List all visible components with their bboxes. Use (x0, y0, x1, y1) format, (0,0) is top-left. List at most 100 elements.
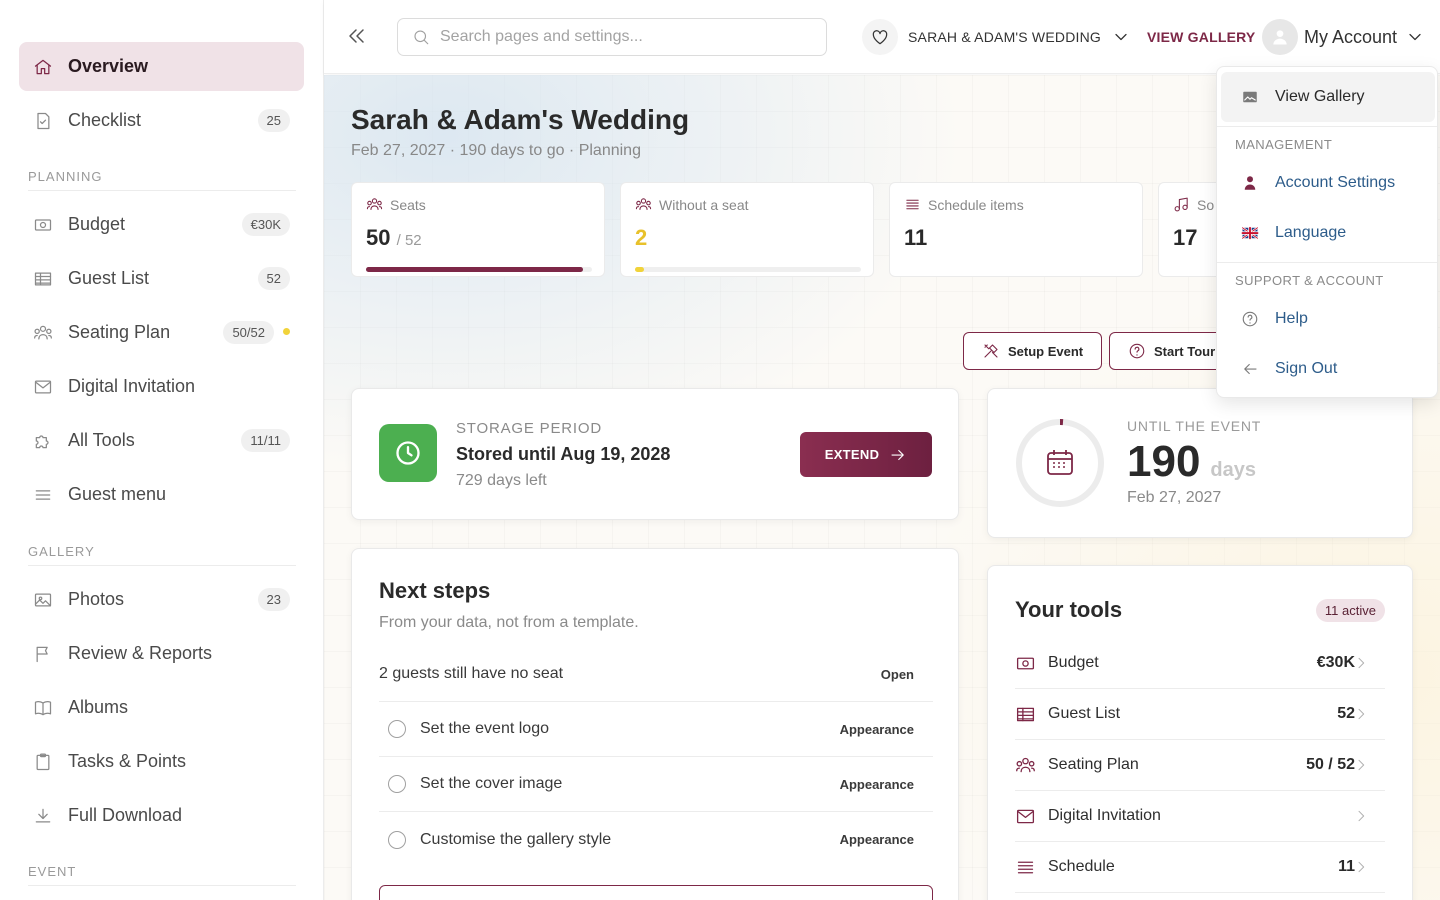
sidebar-item-guest-menu[interactable]: Guest menu (19, 470, 304, 519)
sidebar-item-tasks-points[interactable]: Tasks & Points (19, 737, 304, 786)
stat-label: Seats (390, 196, 426, 213)
tool-name: Budget (1048, 654, 1099, 671)
stat-card-schedule[interactable]: Schedule items 11 (889, 182, 1143, 277)
money-icon (1016, 657, 1035, 669)
step-checkbox[interactable] (388, 775, 406, 793)
clipboard-icon (36, 752, 50, 770)
countdown-card: UNTIL THE EVENT 190 days Feb 27, 2027 (987, 388, 1413, 538)
puzzle-icon (35, 434, 49, 448)
sidebar-item-checklist[interactable]: Checklist 25 (19, 96, 304, 145)
tools-icon (984, 344, 998, 358)
appearance-link[interactable]: Appearance (840, 832, 914, 847)
user-icon (1244, 176, 1256, 190)
search-box[interactable] (397, 18, 827, 56)
setup-event-button[interactable]: Setup Event (963, 332, 1103, 370)
menu-heading-support: SUPPORT & ACCOUNT (1235, 273, 1384, 288)
heart-icon-wrap (862, 19, 898, 55)
stat-card-seats[interactable]: Seats 50 / 52 (351, 182, 605, 277)
chevron-right-icon (1358, 861, 1365, 873)
list-icon (1017, 861, 1034, 873)
sidebar-item-photos[interactable]: Photos 23 (19, 575, 304, 624)
active-count-badge: 11 active (1315, 599, 1385, 622)
people-icon (1016, 757, 1035, 772)
storage-days-left: 729 days left (456, 472, 547, 489)
stat-label: Without a seat (659, 196, 749, 213)
event-switcher[interactable]: SARAH & ADAM'S WEDDING (862, 18, 1131, 56)
countdown-ring (1016, 419, 1104, 507)
sidebar-item-seating-plan[interactable]: Seating Plan 50/52 (19, 308, 304, 357)
tool-name: Seating Plan (1048, 756, 1139, 773)
sidebar-item-digital-invitation[interactable]: Digital Invitation (19, 362, 304, 411)
countdown-eyebrow: UNTIL THE EVENT (1127, 418, 1262, 434)
sidebar-item-full-download[interactable]: Full Download (19, 791, 304, 840)
sidebar-item-albums[interactable]: Albums (19, 683, 304, 732)
countdown-number: 190 (1127, 437, 1201, 486)
menu-item-sign-out[interactable]: Sign Out (1221, 344, 1435, 394)
next-step-item[interactable]: Customise the gallery style Appearance (379, 812, 933, 867)
next-step-text: Set the event logo (420, 720, 549, 737)
stat-label: Schedule items (928, 196, 1024, 213)
view-gallery-link[interactable]: VIEW GALLERY (1147, 29, 1255, 45)
appearance-link[interactable]: Appearance (840, 722, 914, 737)
sidebar-item-label: Budget (68, 214, 126, 234)
stat-value: 50 (366, 225, 391, 250)
sidebar-item-all-tools[interactable]: All Tools 11/11 (19, 416, 304, 465)
people-icon (34, 325, 52, 339)
count-badge: 25 (257, 109, 290, 132)
sidebar-item-overview[interactable]: Overview (19, 42, 304, 91)
full-checklist-button[interactable] (379, 885, 933, 900)
arrow-right-icon (891, 449, 905, 460)
music-icon (1174, 197, 1188, 212)
chevron-right-icon (1358, 657, 1365, 669)
progress-bar (366, 267, 592, 272)
extend-button[interactable]: EXTEND (800, 432, 932, 477)
chevron-right-icon (1358, 759, 1365, 771)
stat-label: So (1197, 196, 1215, 213)
stat-card-without-seat[interactable]: Without a seat 2 (620, 182, 874, 277)
section-heading-event: EVENT (28, 864, 296, 886)
menu-item-help[interactable]: Help (1221, 294, 1435, 344)
sidebar-item-label: Photos (68, 589, 125, 609)
envelope-icon (34, 380, 52, 393)
count-badge: €30K (241, 213, 290, 236)
storage-title: Stored until Aug 19, 2028 (456, 444, 671, 464)
next-step-item[interactable]: Set the cover image Appearance (379, 757, 933, 812)
storage-eyebrow: STORAGE PERIOD (456, 420, 602, 437)
menu-item-language[interactable]: Language (1221, 208, 1435, 258)
storage-card: STORAGE PERIOD Stored until Aug 19, 2028… (351, 388, 959, 520)
sidebar-item-budget[interactable]: Budget €30K (19, 200, 304, 249)
tool-row-seating-plan[interactable]: Seating Plan 50 / 52 (1015, 740, 1385, 791)
tool-row-schedule[interactable]: Schedule 11 (1015, 842, 1385, 893)
search-input[interactable] (440, 28, 820, 46)
sidebar-item-guest-list[interactable]: Guest List 52 (19, 254, 304, 303)
tool-name: Guest List (1048, 705, 1121, 722)
sidebar-item-label: Overview (68, 56, 149, 76)
open-link[interactable]: Open (881, 667, 914, 682)
tool-row-digital-invitation[interactable]: Digital Invitation (1015, 791, 1385, 842)
tool-row-guest-list[interactable]: Guest List 52 (1015, 689, 1385, 740)
menu-item-view-gallery[interactable]: View Gallery (1221, 72, 1435, 122)
sidebar-item-label: Checklist (68, 110, 142, 130)
table-icon (1016, 707, 1035, 721)
chevron-right-icon (1358, 708, 1365, 720)
menu-divider (1217, 126, 1437, 127)
progress-fill (366, 267, 583, 272)
sidebar-item-review-reports[interactable]: Review & Reports (19, 629, 304, 678)
menu-item-account-settings[interactable]: Account Settings (1221, 158, 1435, 208)
countdown-date: Feb 27, 2027 (1127, 489, 1222, 506)
next-step-alert[interactable]: 2 guests still have no seat Open (379, 647, 933, 702)
question-circle-icon (1129, 343, 1145, 359)
step-checkbox[interactable] (388, 830, 406, 849)
collapse-sidebar-button[interactable] (344, 24, 368, 48)
next-step-text: 2 guests still have no seat (379, 665, 564, 682)
table-icon (34, 272, 52, 285)
progress-bar (635, 267, 861, 272)
menu-heading-management: MANAGEMENT (1235, 137, 1333, 152)
next-step-item[interactable]: Set the event logo Appearance (379, 702, 933, 757)
step-checkbox[interactable] (388, 720, 406, 738)
count-badge: 23 (257, 588, 290, 611)
appearance-link[interactable]: Appearance (840, 777, 914, 792)
tool-row-budget[interactable]: Budget €30K (1015, 638, 1385, 689)
account-button[interactable]: My Account (1262, 18, 1425, 56)
stat-value: 11 (904, 225, 928, 250)
